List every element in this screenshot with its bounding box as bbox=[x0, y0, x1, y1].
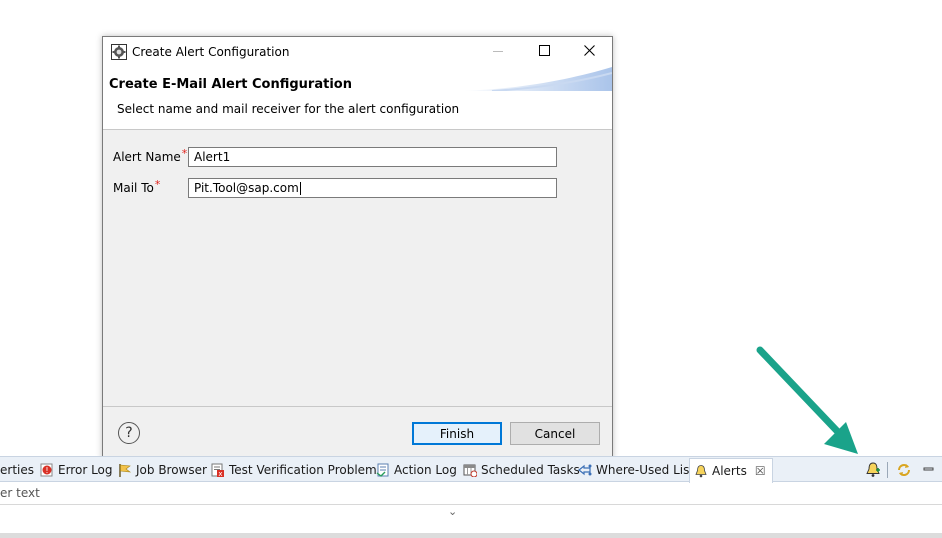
mail-to-label: Mail To* bbox=[113, 178, 161, 195]
required-marker: * bbox=[181, 147, 188, 160]
tab-label: Action Log bbox=[394, 463, 457, 477]
where-used-icon bbox=[578, 463, 592, 477]
error-log-icon: ! bbox=[40, 463, 54, 477]
close-icon bbox=[583, 45, 595, 59]
minimize-icon bbox=[493, 45, 503, 59]
tab-label: Error Log bbox=[58, 463, 113, 477]
annotation-arrow bbox=[756, 346, 858, 454]
app-icon bbox=[111, 44, 127, 60]
filter-row[interactable]: er text bbox=[0, 483, 942, 505]
tab-label: erties bbox=[0, 463, 34, 477]
dialog-title: Create Alert Configuration bbox=[132, 45, 290, 59]
action-log-icon bbox=[376, 463, 390, 477]
finish-button[interactable]: Finish bbox=[412, 422, 502, 445]
create-alert-dialog: Create Alert Configuration Create E-Mail… bbox=[102, 36, 613, 459]
tab-scheduled-tasks[interactable]: Scheduled Tasks bbox=[463, 460, 580, 480]
maximize-icon bbox=[538, 45, 550, 59]
help-icon: ? bbox=[125, 425, 133, 441]
tab-test-verification-problems[interactable]: x Test Verification Problems bbox=[211, 460, 383, 480]
test-problems-icon: x bbox=[211, 463, 225, 478]
svg-text:x: x bbox=[218, 470, 222, 477]
close-button[interactable] bbox=[566, 37, 612, 67]
calendar-icon bbox=[463, 463, 478, 478]
help-button[interactable]: ? bbox=[118, 422, 140, 444]
required-marker: * bbox=[154, 178, 161, 191]
alert-name-input[interactable]: Alert1 bbox=[188, 147, 557, 167]
footer-separator bbox=[103, 406, 612, 407]
refresh-icon[interactable] bbox=[895, 461, 913, 479]
header-title: Create E-Mail Alert Configuration bbox=[109, 77, 352, 92]
mail-to-input[interactable]: Pit.Tool@sap.com bbox=[188, 178, 557, 198]
minimize-button[interactable] bbox=[475, 37, 521, 67]
tab-label: Scheduled Tasks bbox=[481, 463, 580, 477]
header-description: Select name and mail receiver for the al… bbox=[117, 102, 460, 116]
workbench: Create Alert Configuration Create E-Mail… bbox=[0, 0, 942, 538]
text-caret bbox=[299, 181, 301, 195]
tab-where-used-list[interactable]: Where-Used List bbox=[578, 460, 694, 480]
tab-label: Alerts bbox=[712, 464, 747, 478]
tab-action-log[interactable]: Action Log bbox=[376, 460, 457, 480]
add-alert-bell-icon[interactable] bbox=[864, 461, 882, 479]
tab-label: Job Browser bbox=[136, 463, 207, 477]
dialog-titlebar[interactable]: Create Alert Configuration bbox=[103, 37, 612, 67]
tab-job-browser[interactable]: Job Browser bbox=[118, 460, 207, 480]
tab-properties[interactable]: erties bbox=[0, 460, 34, 480]
bell-icon bbox=[694, 464, 708, 478]
header-banner-graphic bbox=[462, 67, 612, 92]
cancel-button[interactable]: Cancel bbox=[510, 422, 600, 445]
tab-label: Where-Used List bbox=[596, 463, 695, 477]
close-tab-icon[interactable]: ☒ bbox=[755, 464, 766, 478]
minimize-icon[interactable] bbox=[920, 461, 938, 479]
alert-name-label: Alert Name* bbox=[113, 147, 188, 164]
tab-error-log[interactable]: ! Error Log bbox=[40, 460, 113, 480]
toolbar-separator bbox=[887, 462, 888, 478]
tab-label: Test Verification Problems bbox=[229, 463, 383, 477]
svg-text:!: ! bbox=[45, 466, 48, 475]
flag-icon bbox=[118, 463, 132, 477]
maximize-button[interactable] bbox=[521, 37, 567, 67]
dialog-header: Create E-Mail Alert Configuration Select… bbox=[103, 67, 612, 130]
chevron-down-icon[interactable]: ⌄ bbox=[448, 505, 457, 518]
bottom-strip bbox=[0, 533, 942, 538]
filter-input[interactable]: er text bbox=[0, 486, 40, 500]
